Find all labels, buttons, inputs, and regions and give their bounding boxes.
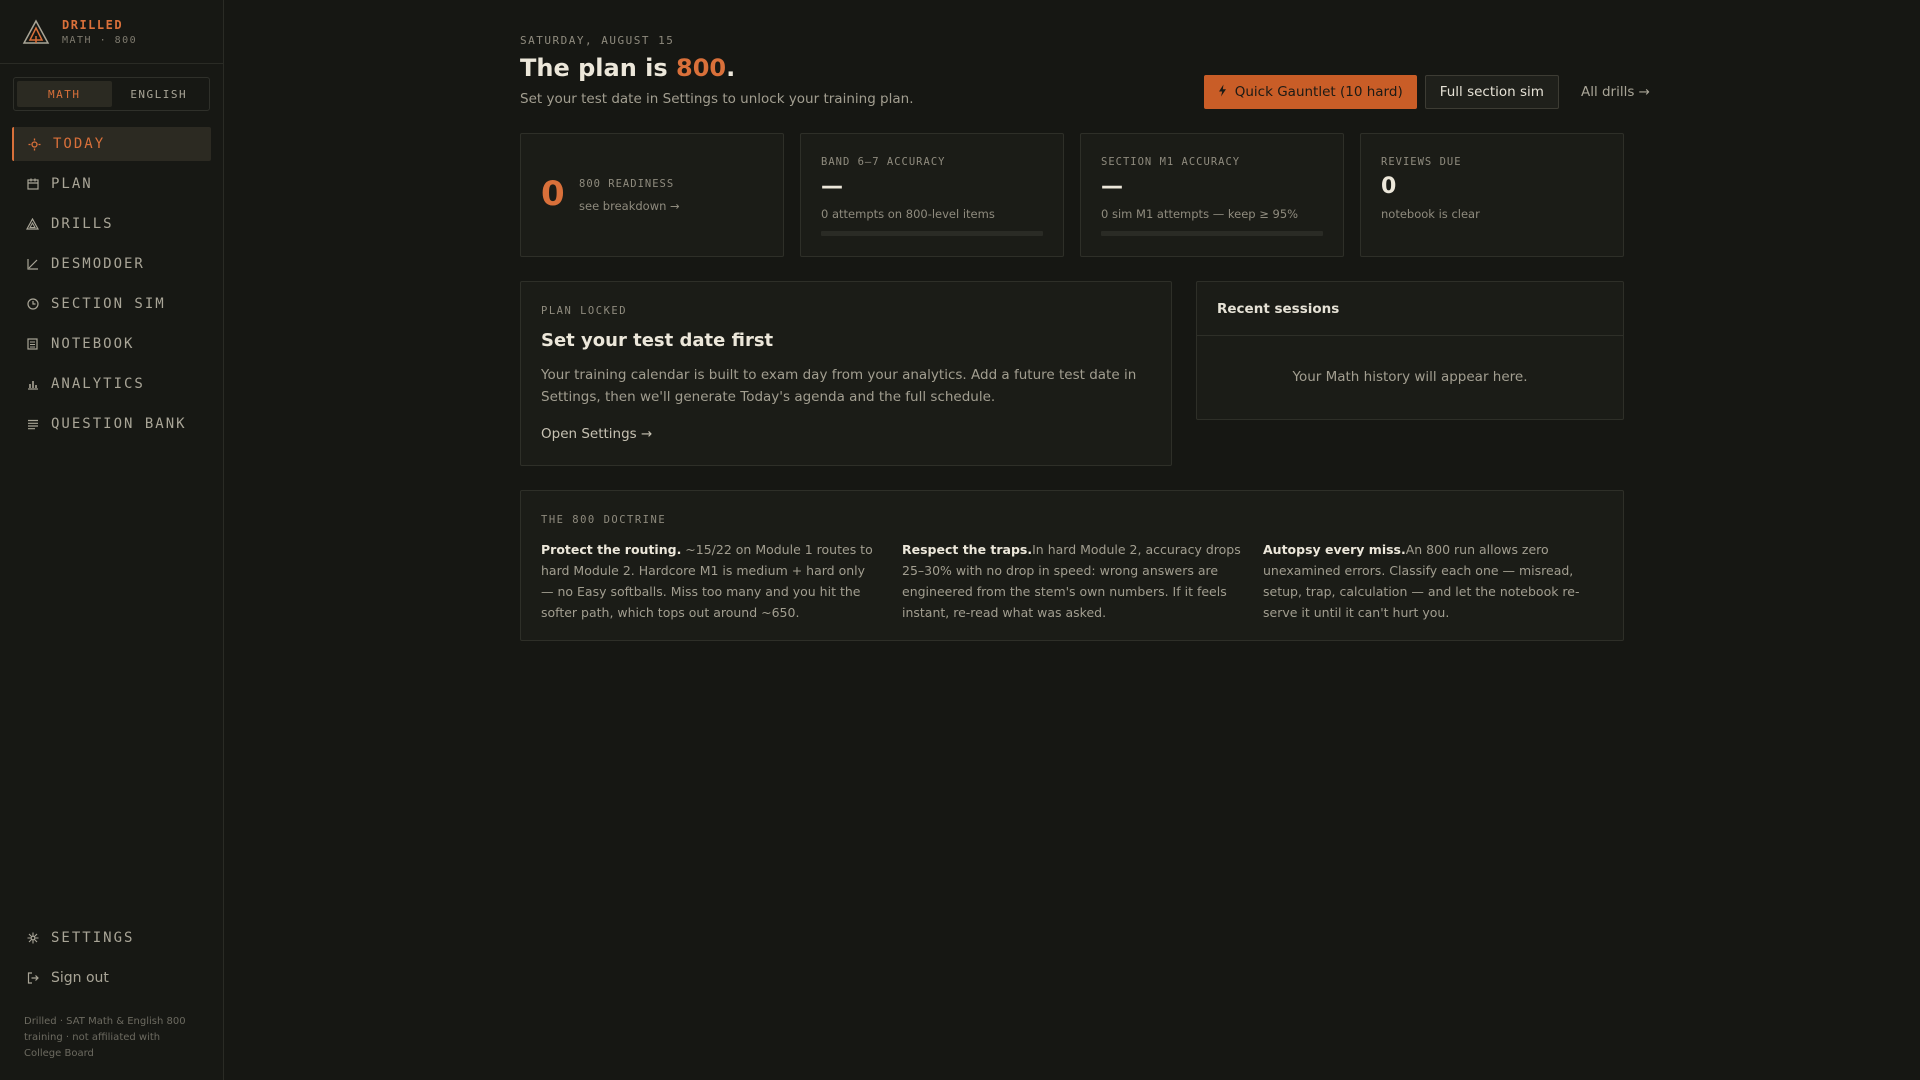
doctrine-card: THE 800 DOCTRINE Protect the routing. ~1… xyxy=(520,490,1624,641)
doctrine-column: Autopsy every miss.An 800 run allows zer… xyxy=(1263,539,1603,623)
sign-out-button[interactable]: Sign out xyxy=(12,961,211,995)
current-date: SATURDAY, AUGUST 15 xyxy=(520,34,675,47)
doctrine-heading: Protect the routing. xyxy=(541,542,682,557)
page-title: The plan is 800. xyxy=(520,54,735,82)
footer-note: Drilled · SAT Math & English 800 trainin… xyxy=(24,1016,186,1059)
sidebar: DRILLED MATH · 800 MATH ENGLISH TODAY PL… xyxy=(0,0,224,1080)
readiness-label: 800 READINESS xyxy=(579,178,675,190)
doctrine-column: Protect the routing. ~15/22 on Module 1 … xyxy=(541,539,881,623)
m1-accuracy-value: — xyxy=(1101,174,1123,199)
readiness-value: 0 xyxy=(541,174,565,214)
m1-accuracy-progress xyxy=(1101,231,1323,236)
band-accuracy-progress xyxy=(821,231,1043,236)
main-nav: TODAY PLAN DRILLS DESMODOER SECTION SIM xyxy=(12,127,211,447)
title-accent: 800 xyxy=(676,54,727,82)
plan-locked-body: Your training calendar is built to exam … xyxy=(541,367,1137,405)
quick-gauntlet-button[interactable]: Quick Gauntlet (10 hard) xyxy=(1203,75,1417,109)
reviews-due-card: REVIEWS DUE 0 notebook is clear xyxy=(1360,133,1624,257)
plan-locked-kicker: PLAN LOCKED xyxy=(541,305,628,317)
nav-label: NOTEBOOK xyxy=(51,336,135,352)
divider xyxy=(1197,335,1623,336)
page-subtitle: Set your test date in Settings to unlock… xyxy=(520,91,914,107)
notebook-icon xyxy=(26,338,39,351)
graph-icon xyxy=(26,258,39,271)
nav-item-desmodoer[interactable]: DESMODOER xyxy=(12,247,211,281)
reviews-due-label: REVIEWS DUE xyxy=(1381,156,1462,168)
band-accuracy-card: BAND 6–7 ACCURACY — 0 attempts on 800-le… xyxy=(800,133,1064,257)
sun-icon xyxy=(28,138,41,151)
nav-item-analytics[interactable]: ANALYTICS xyxy=(12,367,211,401)
nav-item-section-sim[interactable]: SECTION SIM xyxy=(12,287,211,321)
reviews-due-value: 0 xyxy=(1381,174,1397,199)
nav-label: SECTION SIM xyxy=(51,296,166,312)
nav-label: SETTINGS xyxy=(51,930,135,946)
readiness-card: 0 800 READINESS see breakdown → xyxy=(520,133,784,257)
button-label: Quick Gauntlet (10 hard) xyxy=(1234,84,1403,100)
brand[interactable]: DRILLED MATH · 800 xyxy=(22,18,137,46)
nav-item-today[interactable]: TODAY xyxy=(12,127,211,161)
nav-label: TODAY xyxy=(53,136,106,152)
nav-item-notebook[interactable]: NOTEBOOK xyxy=(12,327,211,361)
open-settings-link[interactable]: Open Settings → xyxy=(541,426,652,442)
triangle-icon xyxy=(26,218,39,231)
clock-icon xyxy=(26,298,39,311)
doctrine-column: Respect the traps.In hard Module 2, accu… xyxy=(902,539,1242,623)
band-accuracy-sub: 0 attempts on 800-level items xyxy=(821,207,995,221)
nav-item-plan[interactable]: PLAN xyxy=(12,167,211,201)
nav-label: Sign out xyxy=(51,970,109,986)
nav-label: DESMODOER xyxy=(51,256,145,272)
main-content: SATURDAY, AUGUST 15 The plan is 800. Set… xyxy=(224,0,1920,1080)
band-accuracy-value: — xyxy=(821,174,843,199)
toggle-english[interactable]: ENGLISH xyxy=(112,81,207,107)
nav-label: ANALYTICS xyxy=(51,376,145,392)
nav-label: QUESTION BANK xyxy=(51,416,187,432)
brand-subtitle: MATH · 800 xyxy=(62,35,138,46)
gear-icon xyxy=(26,932,39,945)
m1-accuracy-label: SECTION M1 ACCURACY xyxy=(1101,156,1241,168)
list-icon xyxy=(26,418,39,431)
calendar-icon xyxy=(26,178,39,191)
sign-out-icon xyxy=(26,972,39,985)
doctrine-heading: Autopsy every miss. xyxy=(1263,542,1406,557)
toggle-math[interactable]: MATH xyxy=(17,81,112,107)
readiness-breakdown-link[interactable]: see breakdown → xyxy=(579,199,680,213)
full-section-sim-button[interactable]: Full section sim xyxy=(1424,75,1559,109)
nav-item-settings[interactable]: SETTINGS xyxy=(12,921,211,955)
doctrine-kicker: THE 800 DOCTRINE xyxy=(541,514,667,526)
nav-label: DRILLS xyxy=(51,216,114,232)
all-drills-link[interactable]: All drills → xyxy=(1581,84,1650,100)
recent-sessions-title: Recent sessions xyxy=(1217,301,1340,317)
divider xyxy=(0,63,224,64)
nav-item-question-bank[interactable]: QUESTION BANK xyxy=(12,407,211,441)
reviews-due-sub: notebook is clear xyxy=(1381,207,1480,221)
subject-toggle: MATH ENGLISH xyxy=(13,77,210,111)
doctrine-heading: Respect the traps. xyxy=(902,542,1033,557)
nav-label: PLAN xyxy=(51,176,93,192)
bar-chart-icon xyxy=(26,378,39,391)
nav-bottom: SETTINGS Sign out xyxy=(12,921,211,1001)
title-prefix: The plan is xyxy=(520,54,676,82)
plan-locked-title: Set your test date first xyxy=(541,330,774,351)
recent-sessions-card: Recent sessions Your Math history will a… xyxy=(1196,281,1624,420)
brand-name: DRILLED xyxy=(62,18,124,32)
bolt-icon xyxy=(1218,84,1227,100)
header-actions: Quick Gauntlet (10 hard) Full section si… xyxy=(1203,75,1650,109)
m1-accuracy-sub: 0 sim M1 attempts — keep ≥ 95% xyxy=(1101,207,1299,221)
plan-locked-card: PLAN LOCKED Set your test date first You… xyxy=(520,281,1172,466)
logo-icon xyxy=(22,19,50,44)
m1-accuracy-card: SECTION M1 ACCURACY — 0 sim M1 attempts … xyxy=(1080,133,1344,257)
nav-item-drills[interactable]: DRILLS xyxy=(12,207,211,241)
title-suffix: . xyxy=(726,54,736,82)
recent-sessions-empty: Your Math history will appear here. xyxy=(1292,369,1528,385)
band-accuracy-label: BAND 6–7 ACCURACY xyxy=(821,156,946,168)
